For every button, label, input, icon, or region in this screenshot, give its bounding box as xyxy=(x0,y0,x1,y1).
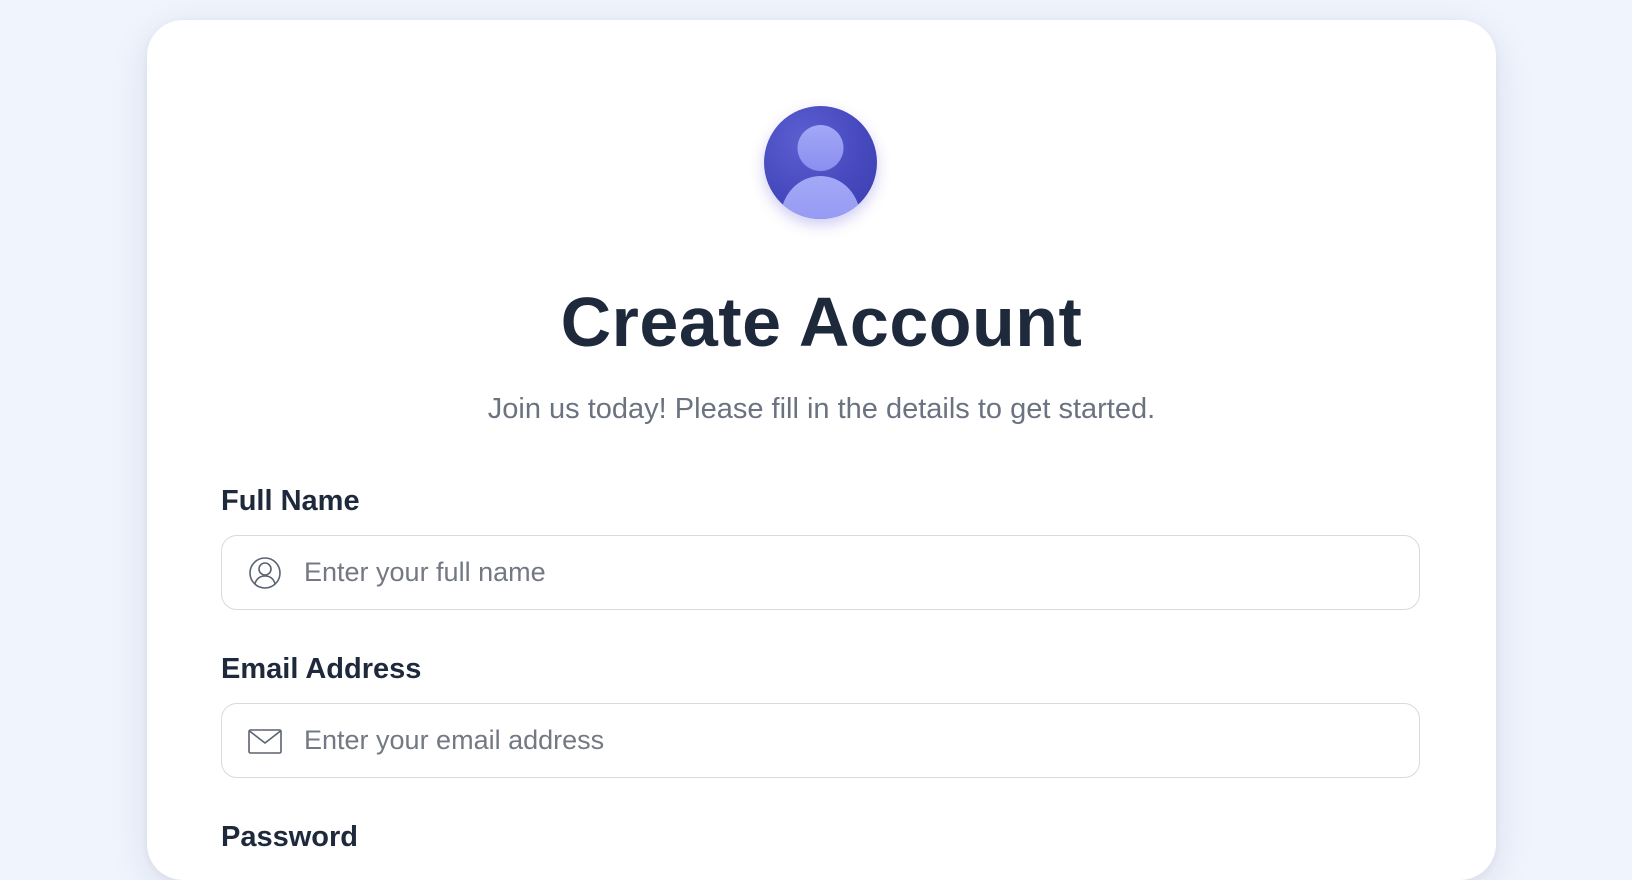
full-name-label: Full Name xyxy=(221,485,360,517)
email-label: Email Address xyxy=(221,653,422,685)
page-subtitle: Join us today! Please fill in the detail… xyxy=(487,393,1156,425)
full-name-field[interactable] xyxy=(221,535,1420,610)
signup-card: Create Account Join us today! Please fil… xyxy=(147,20,1496,880)
password-label: Password xyxy=(221,821,358,853)
mail-icon xyxy=(248,724,282,758)
email-input[interactable] xyxy=(304,704,1404,776)
user-icon xyxy=(248,556,282,590)
full-name-input[interactable] xyxy=(304,536,1404,608)
page-title: Create Account xyxy=(560,283,1083,361)
avatar-icon xyxy=(764,106,877,219)
email-field[interactable] xyxy=(221,703,1420,778)
